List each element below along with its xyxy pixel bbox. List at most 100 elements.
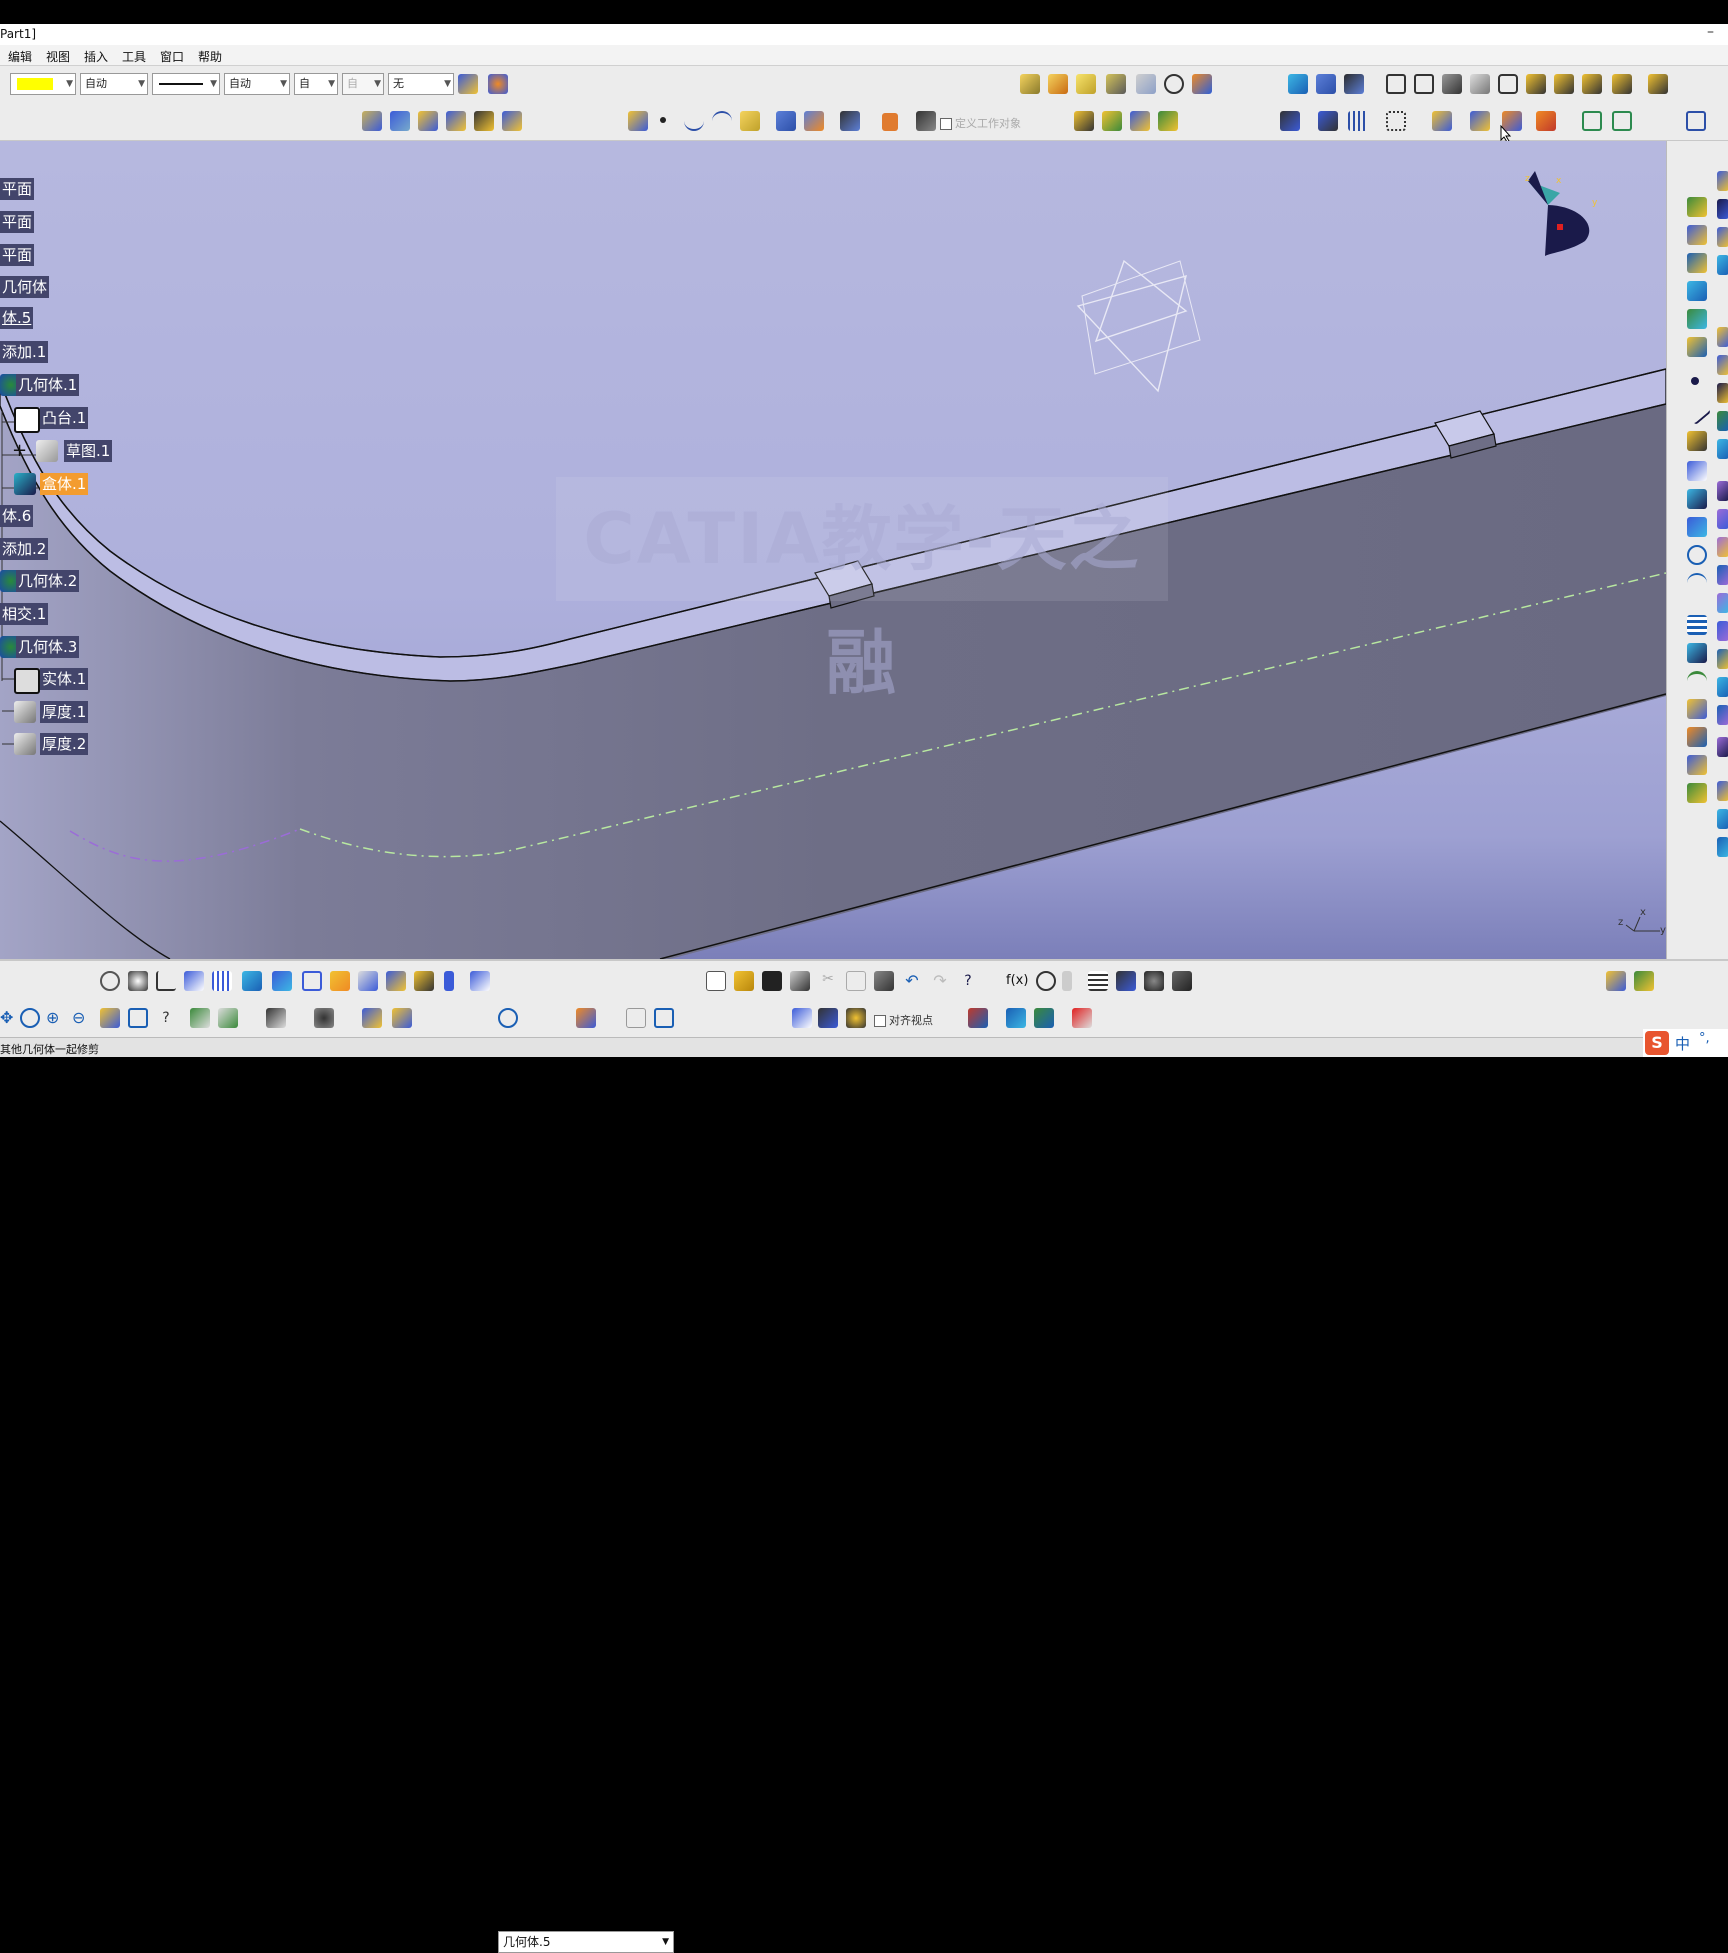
hide-show-icon[interactable] [414, 971, 434, 991]
projection-icon[interactable] [1687, 461, 1707, 481]
boolean-add-icon[interactable] [776, 111, 796, 131]
align-view-checkbox[interactable]: 对齐视点 [874, 1012, 933, 1028]
copy-paste-icon[interactable] [1130, 111, 1150, 131]
side-icon-5[interactable] [1717, 327, 1728, 347]
side-icon-22[interactable] [1717, 837, 1728, 857]
stiffener-tool-icon[interactable] [1582, 74, 1602, 94]
slot-tool-icon[interactable] [1554, 74, 1574, 94]
pocket-tool-icon[interactable] [1414, 74, 1434, 94]
layer-combo[interactable]: 无 ▼ [388, 73, 454, 95]
iso-view-icon[interactable] [1686, 111, 1706, 131]
apply-material-bottom-icon[interactable] [576, 1008, 596, 1028]
loft-tool-icon[interactable] [1612, 74, 1632, 94]
print-icon[interactable] [790, 971, 810, 991]
boundary-icon[interactable] [1687, 783, 1707, 803]
transparency-combo[interactable]: 自动 ▼ [80, 73, 148, 95]
surface-icon[interactable] [1106, 74, 1126, 94]
point-tool-icon[interactable] [1691, 377, 1699, 385]
ime-toolbar[interactable]: S 中 °, [1643, 1029, 1728, 1057]
eraser-red-icon[interactable] [1072, 1008, 1092, 1028]
annotation-icon[interactable] [1034, 1008, 1054, 1028]
whats-this-icon[interactable] [1344, 74, 1364, 94]
mirror-icon[interactable] [362, 1008, 382, 1028]
normal-view-icon[interactable] [100, 1008, 120, 1028]
constraint-icon[interactable] [626, 1008, 646, 1028]
catalog-icon[interactable] [1158, 111, 1178, 131]
fly-icon[interactable] [128, 971, 148, 991]
curve-icon[interactable] [684, 111, 704, 131]
formula-icon[interactable]: f(x) [1006, 971, 1030, 991]
menu-view[interactable]: 视图 [46, 48, 70, 65]
boolean-remove-icon[interactable] [804, 111, 824, 131]
comment-icon[interactable] [1036, 971, 1056, 991]
lock-icon[interactable] [846, 1008, 866, 1028]
geometrical-set-icon[interactable] [272, 971, 292, 991]
table-icon[interactable] [212, 971, 232, 991]
extract-icon[interactable] [1687, 197, 1707, 217]
constraint-defined-icon[interactable] [654, 1008, 674, 1028]
side-icon-18[interactable] [1717, 705, 1728, 725]
sweep-icon[interactable] [418, 111, 438, 131]
parallel-curve-icon[interactable] [1687, 517, 1707, 537]
section-view-icon[interactable] [1612, 111, 1632, 131]
cube-icon[interactable] [1076, 74, 1096, 94]
paste-icon[interactable] [874, 971, 894, 991]
pan-icon[interactable]: ✥ [0, 1008, 20, 1028]
zoom-out-icon[interactable]: ⊖ [72, 1008, 92, 1028]
hide-show-swap-icon[interactable] [1634, 971, 1654, 991]
camera-icon[interactable] [314, 1008, 334, 1028]
circle-tool-icon[interactable] [1687, 545, 1707, 565]
layers-icon[interactable] [1102, 111, 1122, 131]
rib-tool-icon[interactable] [1526, 74, 1546, 94]
menu-edit[interactable]: 编辑 [8, 48, 32, 65]
render-style-icon[interactable] [190, 1008, 210, 1028]
revolve-surface-icon[interactable] [1687, 281, 1707, 301]
multi-section-icon[interactable] [502, 111, 522, 131]
intersection-icon[interactable] [1687, 489, 1707, 509]
line-thickness-combo[interactable]: 自动 ▼ [224, 73, 290, 95]
stack-icon[interactable] [444, 971, 454, 991]
properties-icon[interactable] [488, 74, 508, 94]
hide-icon[interactable] [218, 1008, 238, 1028]
side-icon-11[interactable] [1717, 509, 1728, 529]
current-body-select[interactable]: 几何体.5 ▼ [498, 1931, 674, 1953]
helix-icon[interactable] [1687, 643, 1707, 663]
redo-icon[interactable]: ↷ [930, 971, 950, 991]
expand-icon[interactable]: + [12, 440, 27, 462]
design-table-icon[interactable] [1088, 971, 1108, 991]
query-icon[interactable]: ? [156, 1008, 176, 1028]
eraser-icon[interactable] [740, 111, 760, 131]
ime-punctuation[interactable]: °, [1699, 1031, 1710, 1046]
pad-tool-icon[interactable] [1386, 74, 1406, 94]
analysis-icon[interactable] [1318, 111, 1338, 131]
open-icon[interactable] [734, 971, 754, 991]
menu-insert[interactable]: 插入 [84, 48, 108, 65]
parameters-icon[interactable] [1172, 971, 1192, 991]
update-icon[interactable] [100, 971, 120, 991]
book-icon[interactable] [882, 113, 898, 131]
side-icon-20[interactable] [1717, 781, 1728, 801]
positioned-sketch-icon[interactable] [358, 971, 378, 991]
hierarchy-icon[interactable] [1316, 74, 1336, 94]
sketch-tool-icon[interactable] [330, 971, 350, 991]
side-icon-1[interactable] [1717, 171, 1728, 191]
linetype-combo[interactable]: ▼ [152, 73, 220, 95]
catalog-browser-icon[interactable] [1116, 971, 1136, 991]
plane-icon[interactable] [1288, 74, 1308, 94]
side-icon-15[interactable] [1717, 621, 1728, 641]
painter-icon[interactable] [458, 74, 478, 94]
work-object-icon[interactable] [916, 111, 936, 131]
connect-curve-icon[interactable] [1687, 699, 1707, 719]
side-icon-2[interactable] [1717, 199, 1728, 219]
ime-language[interactable]: 中 [1675, 1033, 1690, 1054]
box-view-icon[interactable] [1582, 111, 1602, 131]
color-combo[interactable]: ▼ [10, 73, 76, 95]
groove-tool-icon[interactable] [1498, 74, 1518, 94]
work-on-support-icon[interactable] [470, 971, 490, 991]
snapshot-icon[interactable] [818, 1008, 838, 1028]
ordered-set-icon[interactable] [302, 971, 322, 991]
blend-icon[interactable] [474, 111, 494, 131]
measure-between-icon[interactable] [498, 1008, 518, 1028]
instantiate-icon[interactable] [1074, 111, 1094, 131]
save-icon[interactable] [762, 971, 782, 991]
